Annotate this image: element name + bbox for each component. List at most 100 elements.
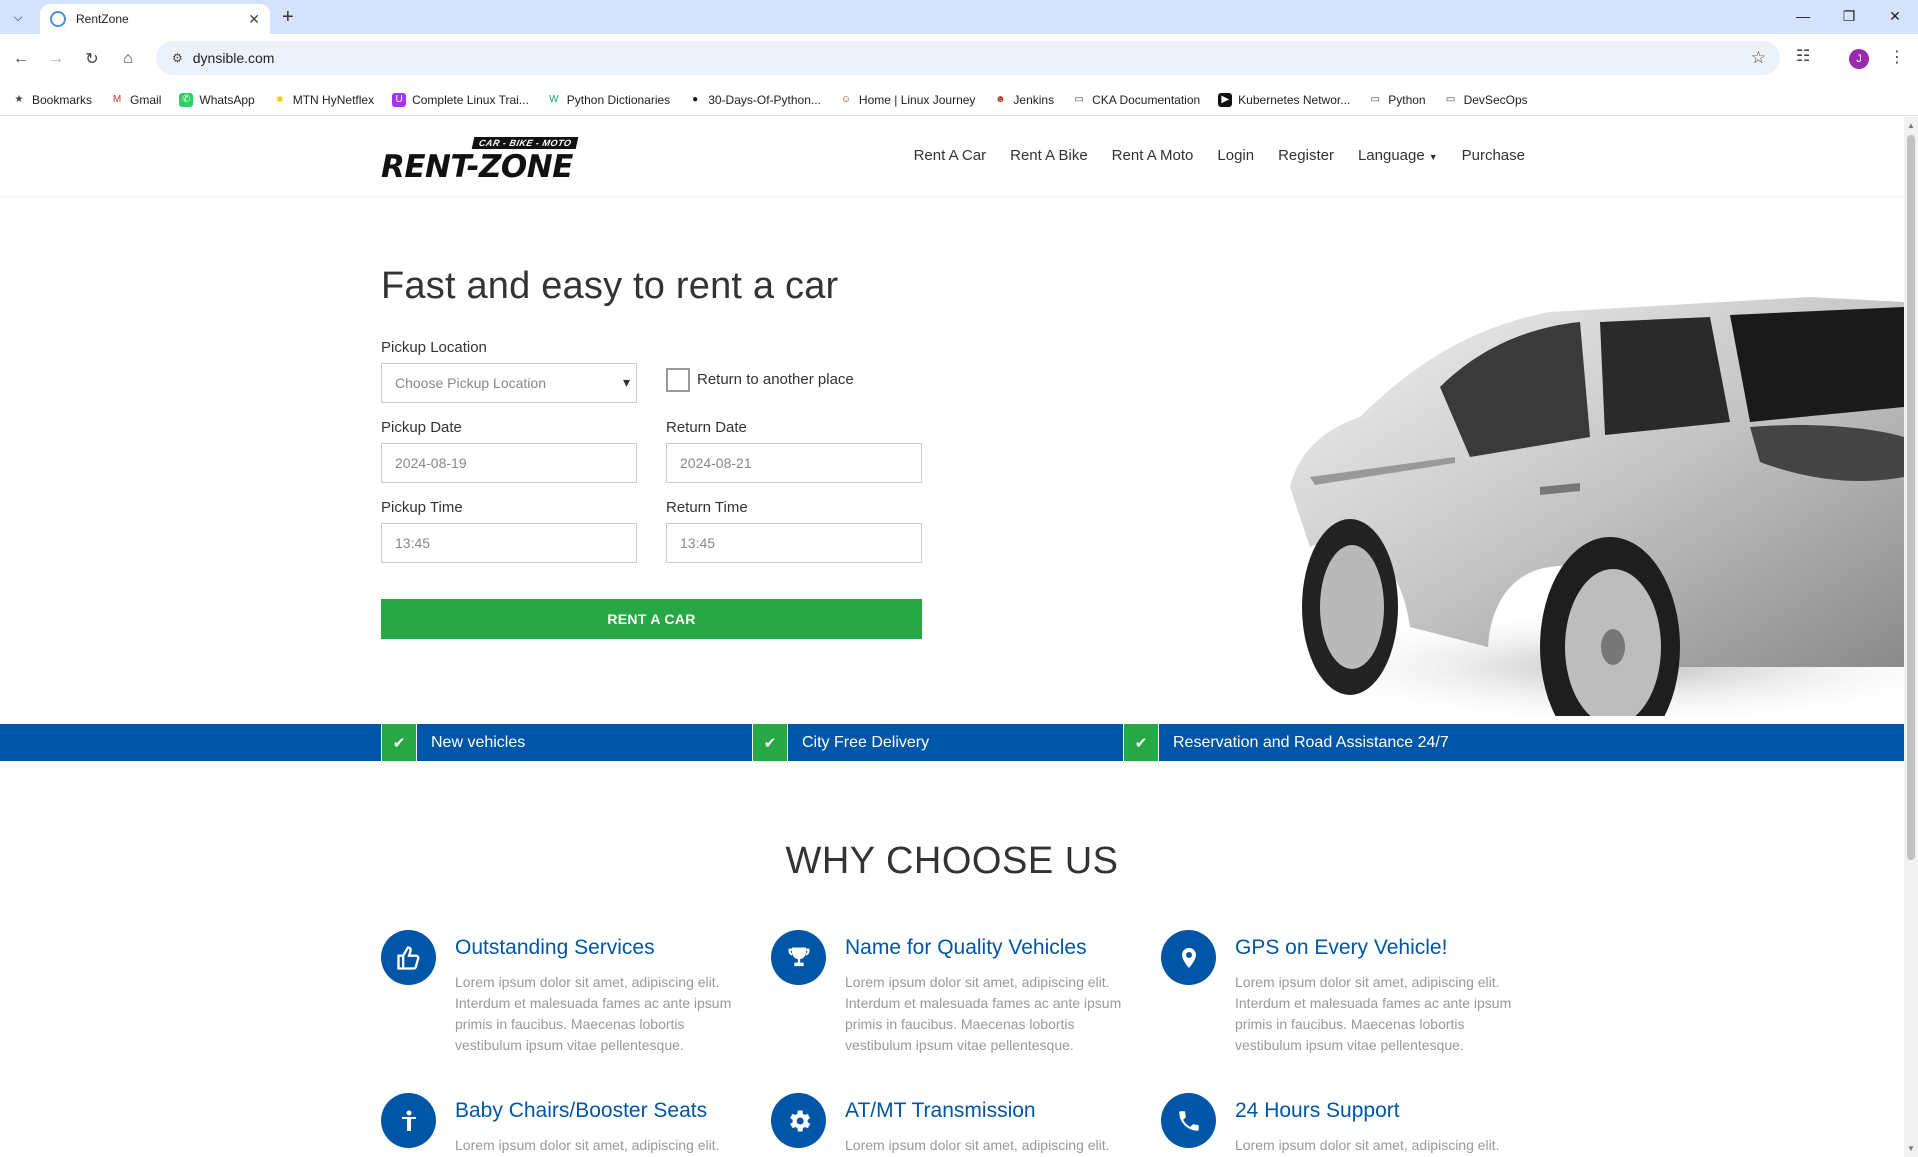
bookmark-item[interactable]: ☺ Home | Linux Journey	[839, 93, 976, 107]
service-description: Lorem ipsum dolor sit amet, adipiscing e…	[845, 1137, 1110, 1153]
check-icon: ✔	[1123, 724, 1159, 761]
tab-search-icon[interactable]: ⌵	[6, 6, 30, 28]
tab-strip: ⌵ RentZone ✕ + — ❐ ✕	[0, 0, 1918, 34]
whatsapp-icon: ✆	[179, 92, 194, 107]
pickup-time-input[interactable]: 13:45	[381, 523, 637, 563]
bookmark-label: DevSecOps	[1463, 92, 1528, 107]
service-title: Baby Chairs/Booster Seats	[455, 1099, 708, 1122]
child-icon	[381, 1093, 436, 1148]
rentzone-logo[interactable]: CAR - BIKE - MOTO RENT-ZONE	[381, 137, 581, 185]
restore-icon[interactable]: ❐	[1826, 4, 1872, 28]
gear-icon	[771, 1093, 826, 1148]
bookmark-item[interactable]: ✆ WhatsApp	[179, 92, 255, 107]
bookmark-item[interactable]: ▭ DevSecOps	[1444, 93, 1528, 107]
thumbs-up-icon	[381, 930, 436, 985]
udemy-icon: U	[392, 92, 407, 107]
tab-rentzone[interactable]: RentZone ✕	[40, 4, 270, 34]
bookmark-item[interactable]: ■ MTN HyNetflex	[273, 93, 374, 107]
close-tab-icon[interactable]: ✕	[248, 11, 260, 28]
minimize-icon[interactable]: —	[1780, 4, 1826, 28]
linux-journey-icon: ☺	[840, 94, 852, 105]
rent-a-car-button[interactable]: RENT A CAR	[381, 599, 922, 639]
folder-icon: ▭	[1074, 94, 1084, 105]
feature-road-assistance: ✔ Reservation and Road Assistance 24/7	[1123, 724, 1449, 761]
caret-down-icon: ▼	[1428, 152, 1438, 162]
reload-icon[interactable]: ↻	[79, 46, 105, 72]
nav-language-dropdown[interactable]: Language ▼	[1358, 147, 1438, 164]
bookmark-label: Python Dictionaries	[566, 92, 671, 107]
return-date-input[interactable]: 2024-08-21	[666, 443, 922, 483]
tab-title: RentZone	[76, 12, 129, 26]
bookmark-item[interactable]: ▭ CKA Documentation	[1072, 93, 1200, 107]
nav-rent-a-bike[interactable]: Rent A Bike	[1010, 147, 1088, 164]
service-title: 24 Hours Support	[1235, 1099, 1400, 1122]
return-another-place-label: Return to another place	[697, 371, 854, 388]
return-another-place-checkbox[interactable]	[666, 368, 690, 392]
jenkins-icon: ☻	[995, 94, 1006, 105]
bookmark-label: CKA Documentation	[1092, 92, 1201, 107]
hero-title: Fast and easy to rent a car	[381, 265, 839, 307]
scroll-down-icon[interactable]: ▼	[1907, 1144, 1915, 1153]
folder-icon: ▭	[1445, 94, 1456, 105]
pickup-date-label: Pickup Date	[381, 419, 462, 436]
site-header: CAR - BIKE - MOTO RENT-ZONE Rent A Car R…	[0, 117, 1904, 197]
url-text[interactable]: dynsible.com	[193, 50, 275, 66]
video-icon: ▶	[1218, 92, 1233, 107]
close-window-icon[interactable]: ✕	[1872, 4, 1918, 28]
bookmark-item[interactable]: ☻ Jenkins	[993, 93, 1054, 107]
page-scrollbar[interactable]: ▲ ▼	[1904, 117, 1918, 1157]
home-icon[interactable]: ⌂	[115, 46, 141, 72]
mtn-icon: ■	[276, 94, 283, 105]
nav-register[interactable]: Register	[1278, 147, 1334, 164]
browser-window: ⌵ RentZone ✕ + — ❐ ✕ ← → ↻ ⌂ ⚙ dynsible.…	[0, 0, 1918, 1157]
feature-new-vehicles: ✔ New vehicles	[381, 724, 525, 761]
feature-label: City Free Delivery	[802, 733, 930, 751]
nav-language-label: Language	[1357, 147, 1425, 164]
bookmark-item[interactable]: ▭ Python	[1368, 93, 1426, 107]
return-date-value: 2024-08-21	[680, 455, 752, 471]
map-pin-icon	[1161, 930, 1216, 985]
return-time-label: Return Time	[666, 499, 748, 516]
nav-rent-a-car[interactable]: Rent A Car	[914, 147, 987, 164]
feature-label: Reservation and Road Assistance 24/7	[1173, 733, 1449, 751]
pickup-location-select[interactable]: Choose Pickup Location	[381, 363, 637, 403]
bookmark-label: Home | Linux Journey	[858, 92, 976, 107]
menu-icon[interactable]: ⋮	[1889, 47, 1905, 67]
bookmark-label: Jenkins	[1013, 92, 1055, 107]
github-icon: ●	[692, 94, 699, 105]
website: CAR - BIKE - MOTO RENT-ZONE Rent A Car R…	[0, 117, 1904, 1157]
pickup-date-input[interactable]: 2024-08-19	[381, 443, 637, 483]
forward-icon[interactable]: →	[43, 46, 69, 72]
bookmark-item[interactable]: M Gmail	[110, 92, 162, 107]
service-description: Lorem ipsum dolor sit amet, adipiscing e…	[845, 974, 1122, 1053]
bookmark-item[interactable]: U Complete Linux Trai...	[392, 92, 529, 107]
logo-wordmark: RENT-ZONE	[381, 149, 573, 185]
bookmark-item[interactable]: ● 30-Days-Of-Python...	[688, 93, 821, 107]
bookmark-star-icon[interactable]: ☆	[1751, 48, 1766, 68]
why-choose-us-heading: WHY CHOOSE US	[785, 840, 1119, 882]
profile-avatar[interactable]: J	[1849, 49, 1869, 69]
nav-login[interactable]: Login	[1217, 147, 1254, 164]
bookmark-item[interactable]: ▶ Kubernetes Networ...	[1218, 92, 1350, 107]
w3-icon: W	[549, 94, 559, 105]
check-icon: ✔	[381, 724, 417, 761]
bookmark-item[interactable]: W Python Dictionaries	[547, 93, 670, 107]
bookmark-label: MTN HyNetflex	[292, 92, 375, 107]
service-description: Lorem ipsum dolor sit amet, adipiscing e…	[1235, 1137, 1500, 1153]
folder-icon: ▭	[1370, 94, 1380, 105]
bookmark-item[interactable]: ★ Bookmarks	[12, 93, 93, 107]
new-tab-icon[interactable]: +	[282, 6, 294, 28]
bookmark-label: Gmail	[130, 92, 162, 107]
nav-purchase[interactable]: Purchase	[1462, 147, 1525, 164]
site-info-icon[interactable]: ⚙	[172, 51, 183, 65]
service-title: Name for Quality Vehicles	[845, 936, 1087, 959]
nav-rent-a-moto[interactable]: Rent A Moto	[1112, 147, 1194, 164]
address-bar[interactable]: ⚙ dynsible.com ☆	[156, 41, 1780, 75]
scrollbar-thumb[interactable]	[1907, 135, 1915, 860]
extensions-icon[interactable]: ☷	[1796, 46, 1810, 66]
return-time-input[interactable]: 13:45	[666, 523, 922, 563]
car-image	[1270, 297, 1904, 716]
scroll-up-icon[interactable]: ▲	[1907, 121, 1915, 130]
back-icon[interactable]: ←	[8, 46, 34, 72]
pickup-location-label: Pickup Location	[381, 339, 487, 356]
